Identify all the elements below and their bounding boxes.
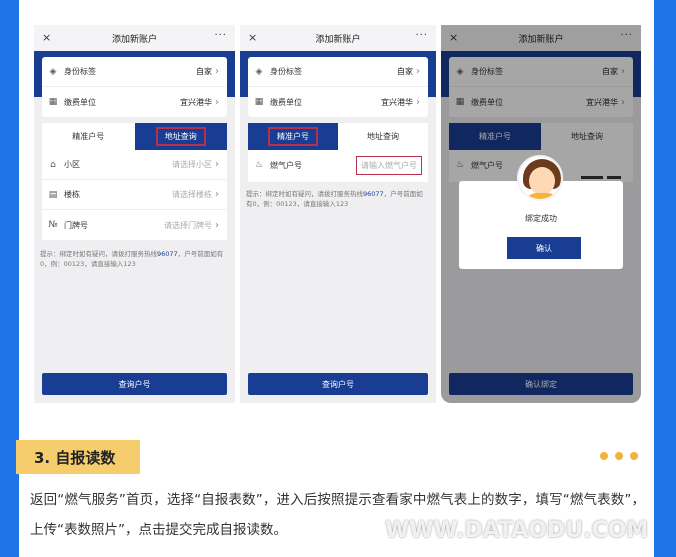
number-icon: № [48, 220, 58, 230]
chevron-right-icon: › [215, 66, 219, 77]
gas-account-field: ♨ 燃气户号 请输入燃气户号 [248, 150, 428, 182]
door-number-field[interactable]: № 门牌号 请选择门牌号 › [42, 210, 227, 240]
unit-label: 缴费单位 [64, 97, 96, 107]
flame-icon: ♨ [254, 160, 264, 170]
close-icon[interactable]: × [42, 31, 51, 44]
field-label: 小区 [64, 160, 80, 169]
gas-account-row: ♨ 燃气户号 请输入燃气户号 [248, 150, 428, 180]
unit-label: 缴费单位 [270, 97, 302, 107]
tab-label: 地址查询 [367, 132, 399, 141]
more-icon[interactable]: ··· [415, 30, 428, 41]
hotline-number: 96077 [157, 250, 178, 258]
tag-icon: ◈ [49, 66, 57, 77]
home-icon: ⌂ [50, 159, 56, 170]
tab-exact-account[interactable]: 精准户号 [248, 123, 338, 150]
query-tabs: 精准户号 地址查询 [42, 123, 227, 150]
screen-address-query: × 添加新账户 ··· ◈ 身份标签 自家 › ▦ 缴费单位 宜兴港华 › 精准… [34, 25, 235, 403]
query-account-button[interactable]: 查询户号 [42, 373, 227, 395]
page-title: 添加新账户 [111, 34, 157, 45]
tab-label: 精准户号 [72, 132, 105, 141]
more-icon[interactable]: ··· [214, 30, 227, 41]
dialog-confirm-button[interactable]: 确认 [507, 237, 581, 259]
hotline-number: 96077 [363, 190, 384, 198]
unit-value: 宜兴港华 [180, 97, 212, 107]
field-label: 楼栋 [64, 190, 80, 199]
unit-row[interactable]: ▦ 缴费单位 宜兴港华 › [248, 87, 428, 117]
building-icon: ▦ [254, 97, 264, 107]
chevron-right-icon: › [215, 96, 219, 108]
identity-value: 自家 [397, 67, 413, 76]
page-title: 添加新账户 [315, 34, 361, 45]
tab-label: 地址查询 [155, 127, 206, 146]
apartment-icon: ▤ [48, 189, 58, 200]
title-bar: × 添加新账户 ··· [34, 25, 235, 51]
unit-value: 宜兴港华 [381, 97, 413, 107]
tab-label: 精准户号 [268, 127, 318, 146]
tab-exact-account[interactable]: 精准户号 [42, 123, 135, 150]
identity-row[interactable]: ◈ 身份标签 自家 › [42, 57, 227, 87]
tab-address-query[interactable]: 地址查询 [338, 123, 428, 150]
query-tabs: 精准户号 地址查询 [248, 123, 428, 150]
section-heading: 3. 自报读数 [16, 440, 140, 474]
title-bar: × 添加新账户 ··· [240, 25, 436, 51]
watermark: WWW.DATAODU.COM [385, 518, 649, 543]
unit-row[interactable]: ▦ 缴费单位 宜兴港华 › [42, 87, 227, 117]
chevron-right-icon: › [215, 189, 219, 200]
field-label: 燃气户号 [270, 160, 302, 170]
identity-label: 身份标签 [270, 67, 302, 76]
account-card: ◈ 身份标签 自家 › ▦ 缴费单位 宜兴港华 › [248, 57, 428, 117]
right-edge-bar [654, 0, 676, 557]
community-field[interactable]: ⌂ 小区 请选择小区 › [42, 150, 227, 180]
screen-exact-account: × 添加新账户 ··· ◈ 身份标签 自家 › ▦ 缴费单位 宜兴港华 › 精准… [240, 25, 436, 403]
chevron-right-icon: › [416, 66, 420, 77]
field-placeholder: 请选择小区 [172, 160, 212, 169]
masked-account-number [581, 164, 631, 179]
gas-account-input[interactable]: 请输入燃气户号 [356, 155, 422, 175]
building-field[interactable]: ▤ 楼栋 请选择楼栋 › [42, 180, 227, 210]
article-frame: × 添加新账户 ··· ◈ 身份标签 自家 › ▦ 缴费单位 宜兴港华 › 精准… [0, 0, 676, 557]
hint-text: 提示：绑定时如有疑问，请拨打服务热线96077，户号前面如有0，例：00123，… [40, 250, 224, 268]
identity-row[interactable]: ◈ 身份标签 自家 › [248, 57, 428, 87]
field-placeholder: 请选择楼栋 [172, 190, 212, 199]
chevron-right-icon: › [215, 159, 219, 170]
decorative-dots [600, 452, 638, 460]
screen-bind-success: × 添加新账户 ··· ◈ 身份标签 自家 › ▦ 缴费单位 宜兴港华 › 精准… [441, 25, 641, 403]
hint-text: 提示：绑定时如有疑问，请拨打服务热线96077，户号前面如有0，例：00123，… [246, 190, 423, 208]
tag-icon: ◈ [255, 66, 263, 77]
building-icon: ▦ [48, 97, 58, 107]
tab-address-query[interactable]: 地址查询 [134, 123, 227, 150]
query-account-button[interactable]: 查询户号 [248, 373, 428, 395]
chevron-right-icon: › [215, 219, 219, 231]
identity-label: 身份标签 [64, 67, 96, 76]
identity-value: 自家 [196, 67, 212, 76]
customer-service-avatar-icon [517, 155, 563, 201]
field-label: 门牌号 [64, 220, 88, 230]
phone-screenshots: × 添加新账户 ··· ◈ 身份标签 自家 › ▦ 缴费单位 宜兴港华 › 精准… [34, 25, 641, 403]
address-fields: ⌂ 小区 请选择小区 › ▤ 楼栋 请选择楼栋 › № 门牌号 请选择门牌号 › [42, 150, 227, 240]
chevron-right-icon: › [416, 96, 420, 108]
dialog-message: 绑定成功 [525, 214, 557, 223]
account-card: ◈ 身份标签 自家 › ▦ 缴费单位 宜兴港华 › [42, 57, 227, 117]
close-icon[interactable]: × [248, 31, 257, 44]
field-placeholder: 请选择门牌号 [164, 220, 212, 230]
